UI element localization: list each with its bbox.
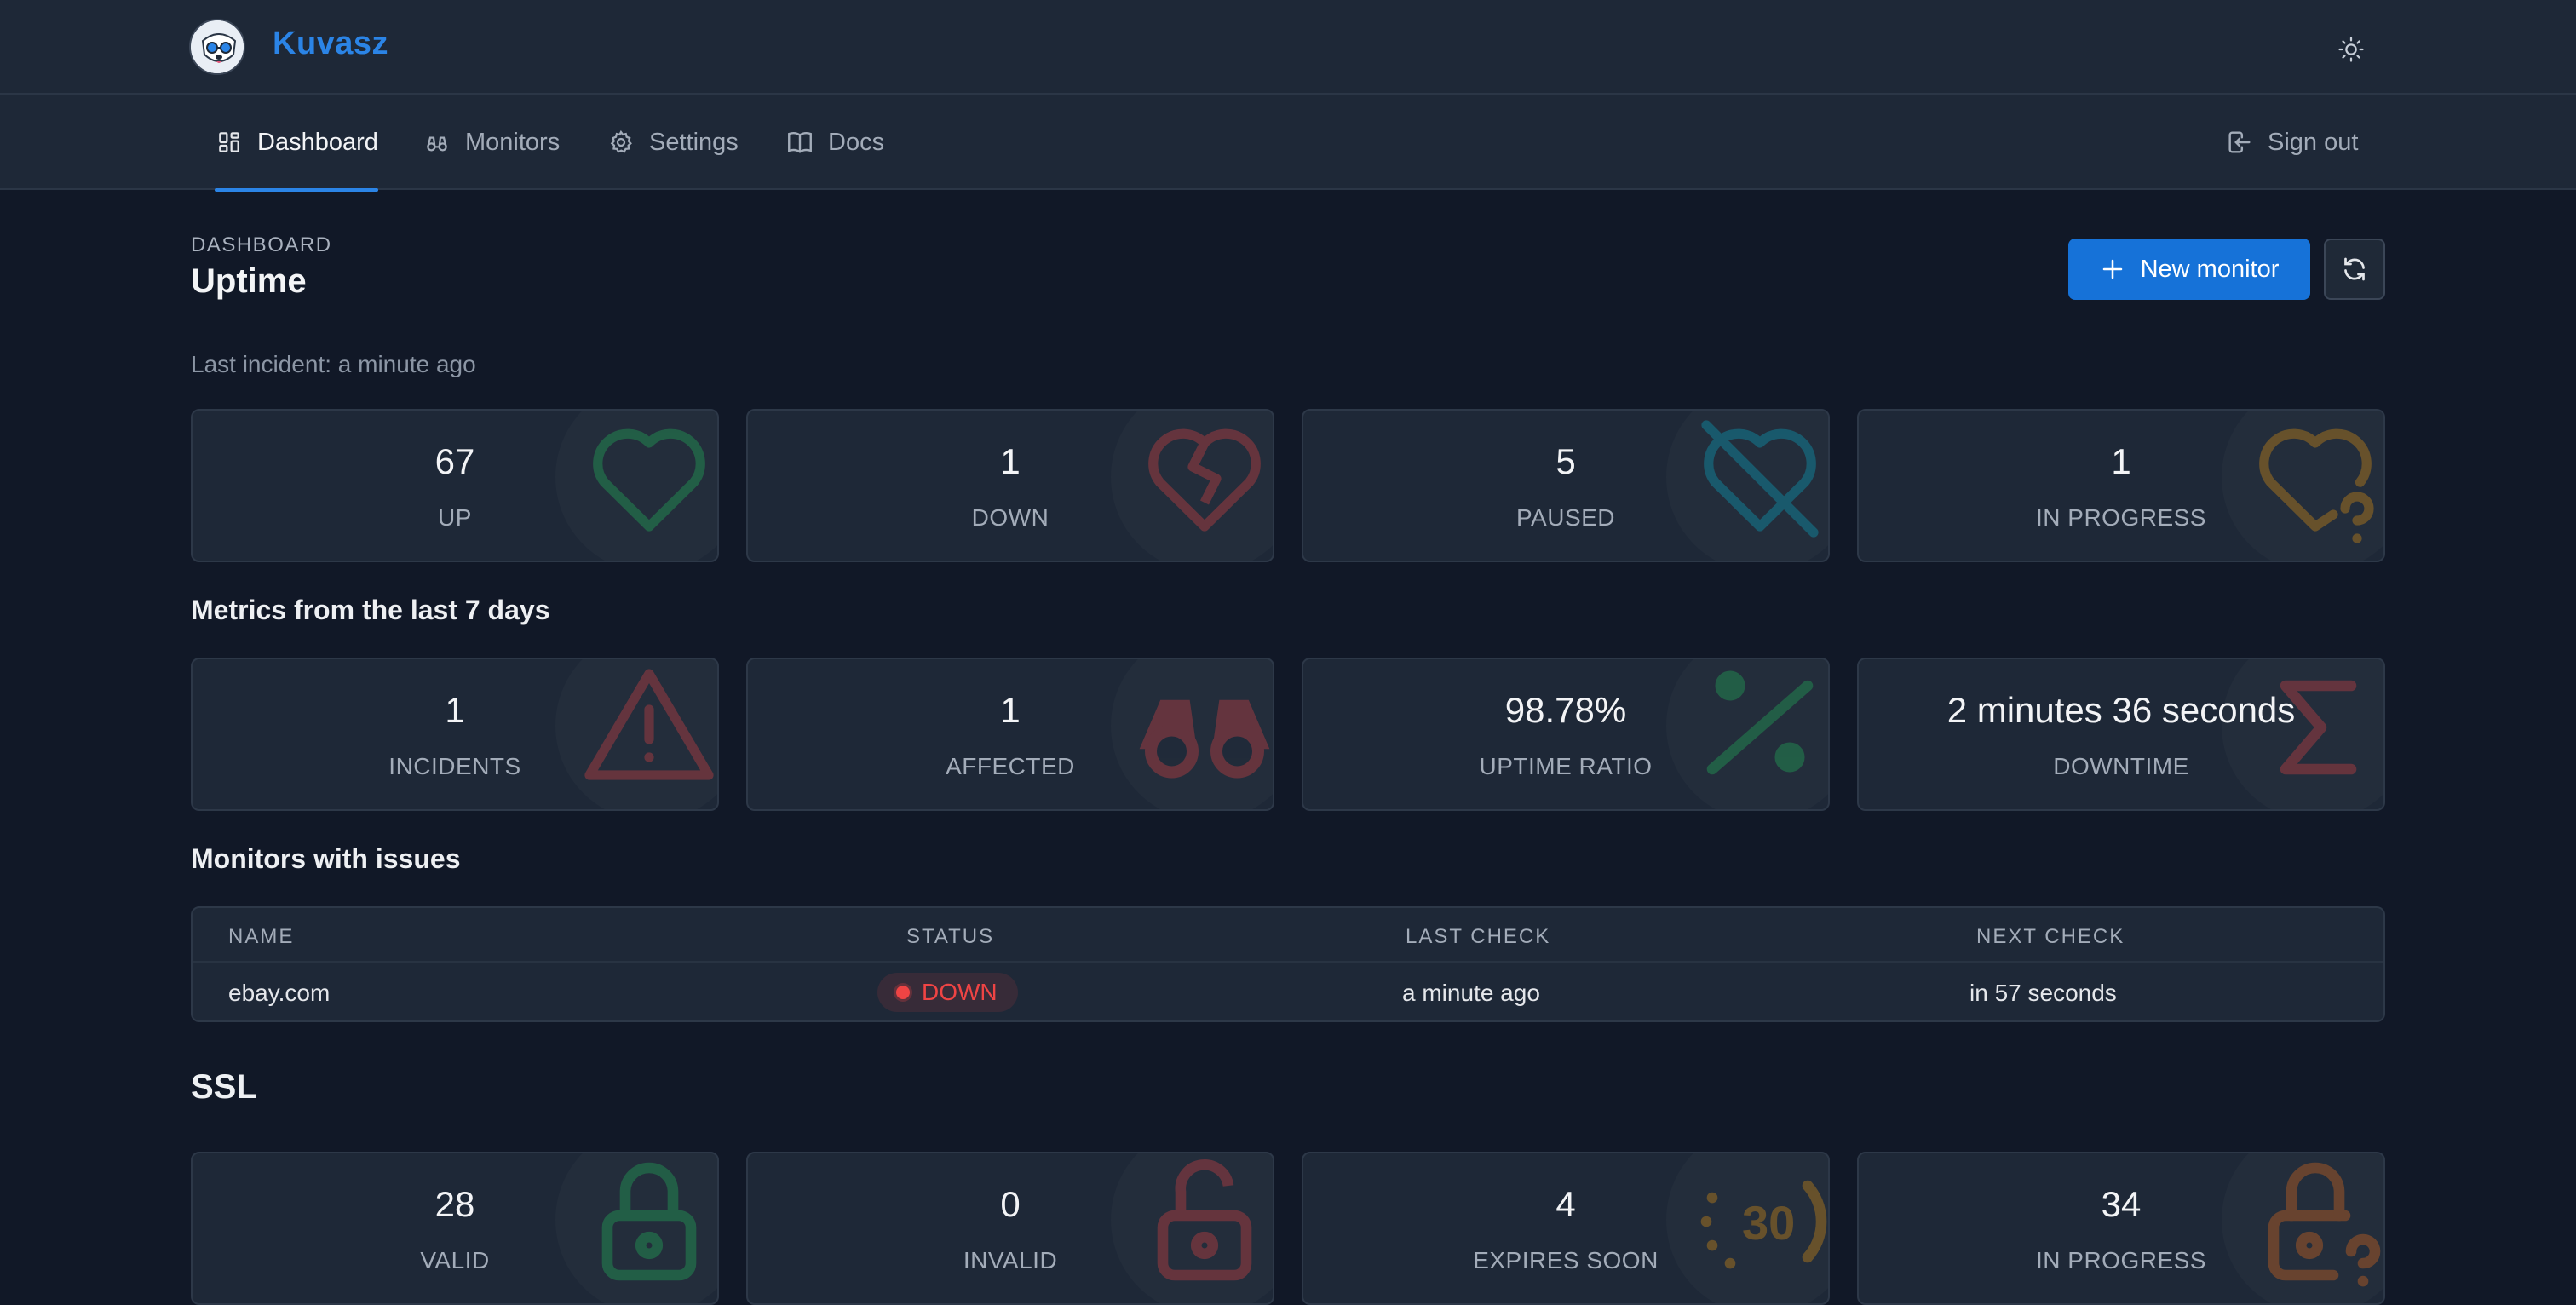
status-text: DOWN xyxy=(922,979,998,1005)
page-eyebrow: DASHBOARD xyxy=(191,233,332,256)
sign-out-button[interactable]: Sign out xyxy=(2225,95,2358,190)
refresh-icon xyxy=(2344,257,2365,281)
ssl-label: INVALID xyxy=(963,1247,1058,1273)
monitor-name-link[interactable]: ebay.com xyxy=(228,980,330,1007)
app-logo[interactable] xyxy=(189,19,245,75)
column-header-last-check[interactable]: LAST CHECK xyxy=(1406,925,1550,949)
ssl-label: EXPIRES SOON xyxy=(1473,1247,1659,1273)
last-check-value: a minute ago xyxy=(1402,980,1540,1006)
stat-value: 1 xyxy=(2111,441,2131,481)
stat-label: PAUSED xyxy=(1515,504,1616,531)
ssl-value: 34 xyxy=(2101,1184,2142,1224)
dashboard-icon xyxy=(215,128,244,157)
theme-toggle-button[interactable] xyxy=(2332,31,2370,68)
metric-label: AFFECTED xyxy=(946,753,1075,779)
stat-value: 5 xyxy=(1555,441,1576,481)
metric-value: 1 xyxy=(445,690,465,730)
metric-label: INCIDENTS xyxy=(388,753,521,779)
nav-monitors[interactable]: Monitors xyxy=(423,95,560,190)
gear-icon xyxy=(607,128,635,157)
ssl-card-invalid[interactable]: 0 INVALID xyxy=(746,1152,1274,1305)
metric-card-uptime-ratio[interactable]: 98.78% UPTIME RATIO xyxy=(1302,658,1830,811)
stat-card-up[interactable]: 67 UP xyxy=(191,409,719,562)
metric-card-incidents[interactable]: 1 INCIDENTS xyxy=(191,658,719,811)
plus-icon xyxy=(2102,259,2122,279)
page-title: Uptime xyxy=(191,262,307,300)
last-incident-text: Last incident: a minute ago xyxy=(191,351,476,377)
metric-value: 98.78% xyxy=(1504,690,1627,730)
column-header-next-check[interactable]: NEXT CHECK xyxy=(1976,925,2125,949)
metric-label: UPTIME RATIO xyxy=(1479,753,1653,779)
stat-label: UP xyxy=(438,504,472,531)
metric-label: DOWNTIME xyxy=(2053,753,2189,779)
ssl-title: SSL xyxy=(191,1068,257,1106)
ssl-card-in-progress[interactable]: 34 IN PROGRESS xyxy=(1857,1152,2385,1305)
nav-settings-label: Settings xyxy=(649,128,739,156)
sun-icon xyxy=(2338,37,2364,62)
binoculars-icon xyxy=(423,128,451,157)
top-header: Kuvasz xyxy=(0,0,2576,95)
metric-value: 2 minutes 36 seconds xyxy=(1946,690,2296,730)
stat-label: IN PROGRESS xyxy=(2036,504,2206,531)
logout-icon xyxy=(2225,128,2254,157)
stat-value: 1 xyxy=(1000,441,1021,481)
metric-card-affected[interactable]: 1 AFFECTED xyxy=(746,658,1274,811)
stat-card-paused[interactable]: 5 PAUSED xyxy=(1302,409,1830,562)
issues-title: Monitors with issues xyxy=(191,843,461,874)
nav-docs[interactable]: Docs xyxy=(785,95,884,190)
sign-out-label: Sign out xyxy=(2268,128,2359,156)
main-navigation: Dashboard Monitors Settings Docs Sign ou… xyxy=(0,95,2576,192)
nav-settings[interactable]: Settings xyxy=(607,95,739,190)
status-dot-icon xyxy=(896,986,910,999)
nav-dashboard[interactable]: Dashboard xyxy=(215,95,378,192)
new-monitor-label: New monitor xyxy=(2140,255,2280,283)
ssl-card-expires-soon[interactable]: 30 4 EXPIRES SOON xyxy=(1302,1152,1830,1305)
ssl-label: IN PROGRESS xyxy=(2036,1247,2206,1273)
ssl-card-valid[interactable]: 28 VALID xyxy=(191,1152,719,1305)
book-icon xyxy=(785,128,814,157)
stat-card-down[interactable]: 1 DOWN xyxy=(746,409,1274,562)
ssl-value: 4 xyxy=(1555,1184,1576,1224)
status-badge: DOWN xyxy=(877,973,1018,1012)
nav-monitors-label: Monitors xyxy=(465,128,561,156)
stat-label: DOWN xyxy=(971,504,1049,531)
stat-value: 67 xyxy=(434,441,475,481)
nav-dashboard-label: Dashboard xyxy=(257,128,378,156)
issues-table: NAME STATUS LAST CHECK NEXT CHECK ebay.c… xyxy=(191,906,2385,1022)
ssl-value: 28 xyxy=(434,1184,475,1224)
metric-value: 1 xyxy=(1000,690,1021,730)
stat-card-in-progress[interactable]: 1 IN PROGRESS xyxy=(1857,409,2385,562)
nav-docs-label: Docs xyxy=(828,128,885,156)
new-monitor-button[interactable]: New monitor xyxy=(2068,239,2310,300)
column-header-name[interactable]: NAME xyxy=(228,925,294,949)
ssl-value: 0 xyxy=(1000,1184,1021,1224)
app-name[interactable]: Kuvasz xyxy=(273,26,388,62)
next-check-value: in 57 seconds xyxy=(1969,980,2117,1006)
table-header: NAME STATUS LAST CHECK NEXT CHECK xyxy=(193,908,2383,963)
column-header-status[interactable]: STATUS xyxy=(906,925,994,949)
metric-card-downtime[interactable]: 2 minutes 36 seconds DOWNTIME xyxy=(1857,658,2385,811)
ssl-label: VALID xyxy=(420,1247,490,1273)
refresh-button[interactable] xyxy=(2324,239,2385,300)
metrics-title: Metrics from the last 7 days xyxy=(191,595,550,625)
